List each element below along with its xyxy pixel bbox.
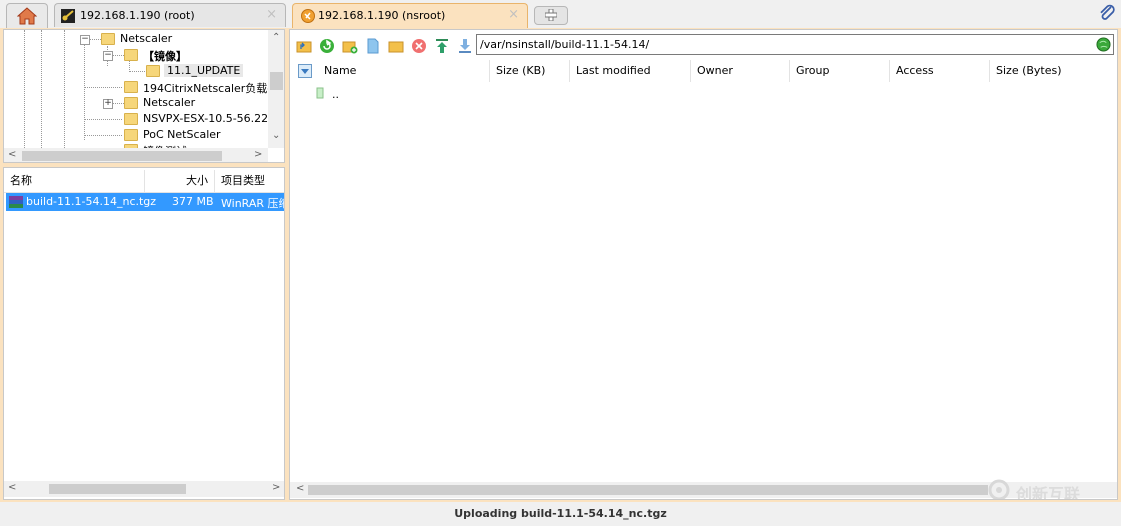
- tree-item[interactable]: NSVPX-ESX-10.5-56.22_r: [143, 112, 278, 125]
- column-header-name[interactable]: Name: [318, 60, 490, 82]
- expand-toggle[interactable]: +: [103, 99, 113, 109]
- parent-directory-icon: [316, 87, 324, 99]
- tree-item[interactable]: 【镜像】: [143, 48, 187, 64]
- folder-icon: [124, 129, 138, 141]
- collapse-toggle[interactable]: −: [103, 51, 113, 61]
- scroll-left-icon[interactable]: <: [296, 483, 304, 494]
- tree-vertical-scrollbar[interactable]: ⌃ ⌄: [268, 30, 284, 148]
- home-icon: [17, 7, 37, 25]
- column-header-row: Name Size (KB) Last modified Owner Group…: [290, 60, 1117, 82]
- refresh-icon[interactable]: [319, 38, 335, 54]
- column-header-access[interactable]: Access: [890, 60, 990, 82]
- new-file-icon[interactable]: [365, 38, 381, 54]
- folder-icon: [101, 33, 115, 45]
- brand-logo-icon: [988, 479, 1010, 499]
- upload-icon[interactable]: [434, 38, 450, 54]
- remote-path-value: /var/nsinstall/build-11.1-54.14/: [480, 38, 650, 51]
- remote-pane: /var/nsinstall/build-11.1-54.14/ Name Si…: [289, 29, 1118, 500]
- table-row[interactable]: build-11.1-54.14_nc.tgz 377 MB WinRAR 压缩: [6, 193, 285, 211]
- table-row[interactable]: ..: [310, 84, 610, 102]
- tab-label: 192.168.1.190 (nsroot): [318, 9, 446, 22]
- scroll-thumb[interactable]: [49, 484, 186, 494]
- collapse-toggle[interactable]: −: [80, 35, 90, 45]
- local-file-list[interactable]: 名称 大小 项目类型 build-11.1-54.14_nc.tgz 377 M…: [3, 167, 285, 500]
- download-icon[interactable]: [457, 38, 473, 54]
- file-name: build-11.1-54.14_nc.tgz: [26, 195, 157, 208]
- scroll-right-icon[interactable]: >: [272, 482, 280, 493]
- column-header-type[interactable]: 项目类型: [215, 170, 284, 192]
- folder-icon: [124, 49, 138, 61]
- tab-label: 192.168.1.190 (root): [80, 9, 195, 22]
- parent-folder-icon[interactable]: [296, 38, 312, 54]
- scroll-left-icon[interactable]: <: [8, 482, 16, 493]
- column-header-size[interactable]: 大小: [145, 170, 215, 192]
- tree-item[interactable]: PoC NetScaler: [143, 128, 221, 141]
- delete-icon[interactable]: [411, 38, 427, 54]
- file-name: ..: [332, 88, 339, 101]
- new-tab-button[interactable]: [534, 6, 568, 25]
- plus-icon: [545, 9, 557, 21]
- scroll-thumb[interactable]: [22, 151, 222, 161]
- scroll-left-icon[interactable]: <: [8, 149, 16, 160]
- close-icon[interactable]: ×: [508, 7, 519, 22]
- watermark-logo: 创新互联: [986, 478, 1116, 500]
- column-header-size-kb[interactable]: Size (KB): [490, 60, 570, 82]
- column-chooser-icon[interactable]: [298, 64, 312, 78]
- tree-item-selected[interactable]: 11.1_UPDATE: [164, 64, 244, 77]
- connection-icon: [301, 9, 315, 23]
- scroll-right-icon[interactable]: >: [254, 149, 262, 160]
- column-header-owner[interactable]: Owner: [691, 60, 790, 82]
- folder-icon: [124, 97, 138, 109]
- status-bar: Uploading build-11.1-54.14_nc.tgz: [0, 502, 1121, 522]
- open-folder-icon[interactable]: [388, 38, 404, 54]
- tab-nsroot[interactable]: 192.168.1.190 (nsroot) ×: [292, 3, 528, 29]
- tree-horizontal-scrollbar[interactable]: < >: [4, 148, 268, 162]
- remote-path-field[interactable]: /var/nsinstall/build-11.1-54.14/: [476, 34, 1114, 55]
- scroll-thumb[interactable]: [308, 485, 988, 495]
- winrar-archive-icon: [9, 196, 23, 208]
- file-type: WinRAR 压缩: [221, 197, 285, 210]
- folder-icon: [124, 81, 138, 93]
- close-icon[interactable]: ×: [266, 7, 277, 22]
- column-header-last-modified[interactable]: Last modified: [570, 60, 691, 82]
- paperclip-icon[interactable]: [1097, 3, 1117, 23]
- column-header-size-bytes[interactable]: Size (Bytes): [990, 60, 1117, 82]
- column-header-group[interactable]: Group: [790, 60, 890, 82]
- scroll-down-icon[interactable]: ⌄: [272, 130, 280, 141]
- new-folder-icon[interactable]: [342, 38, 358, 54]
- scroll-up-icon[interactable]: ⌃: [272, 32, 280, 43]
- tree-item[interactable]: Netscaler: [120, 32, 172, 45]
- folder-icon: [124, 113, 138, 125]
- column-header-row: 名称 大小 项目类型: [4, 170, 284, 193]
- file-size: 377 MB: [172, 195, 214, 208]
- tree-item[interactable]: Netscaler: [143, 96, 195, 109]
- go-globe-icon[interactable]: [1096, 37, 1111, 52]
- key-icon: [61, 9, 75, 23]
- local-folder-tree[interactable]: − Netscaler − 【镜像】 11.1_UPDATE 194Citrix…: [3, 29, 285, 163]
- tree-item[interactable]: 194CitrixNetscaler负载平: [143, 80, 278, 96]
- watermark-text: 创新互联: [1016, 485, 1081, 500]
- folder-icon: [146, 65, 160, 77]
- scroll-thumb[interactable]: [270, 72, 283, 90]
- home-tab[interactable]: [6, 3, 48, 28]
- tab-root[interactable]: 192.168.1.190 (root) ×: [54, 3, 286, 27]
- column-header-name[interactable]: 名称: [4, 170, 145, 192]
- list-horizontal-scrollbar[interactable]: < >: [4, 481, 284, 497]
